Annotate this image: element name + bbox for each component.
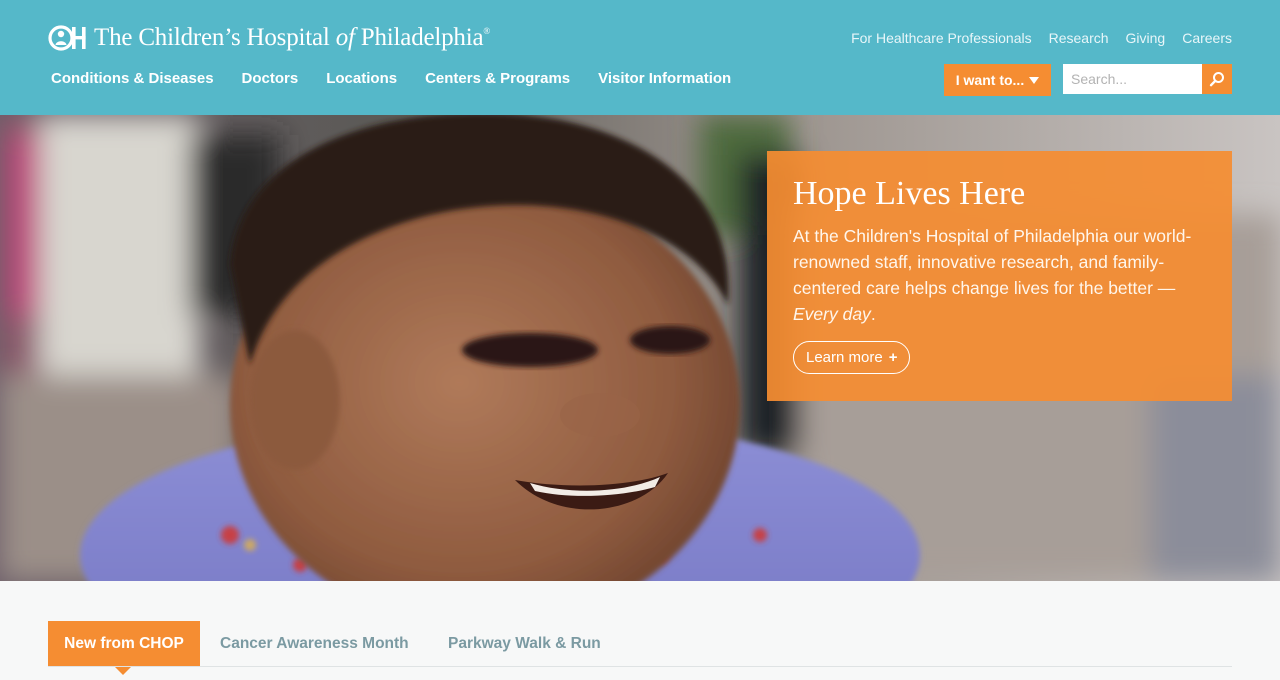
hero-title: Hope Lives Here	[793, 175, 1026, 212]
nav-item-centers-programs[interactable]: Centers & Programs	[425, 70, 570, 87]
registered-mark: ®	[483, 26, 491, 36]
plus-icon: +	[888, 349, 898, 366]
search-input[interactable]	[1063, 64, 1202, 94]
hero-body-end: .	[870, 304, 876, 324]
search-icon	[1209, 72, 1224, 87]
chop-logo-icon	[48, 25, 86, 51]
hero-body-text: At the Children's Hospital of Philadelph…	[793, 226, 1192, 298]
caret-down-icon	[1029, 76, 1040, 84]
news-tabs-section: New from CHOP Cancer Awareness Month Par…	[0, 581, 1280, 680]
hero-banner: Hope Lives Here At the Children's Hospit…	[0, 115, 1280, 581]
tab-new-from-chop[interactable]: New from CHOP	[48, 621, 200, 675]
utility-nav: For Healthcare Professionals Research Gi…	[851, 30, 1232, 46]
tabs-divider	[48, 666, 1232, 667]
hero-promo-card: Hope Lives Here At the Children's Hospit…	[767, 151, 1232, 401]
utility-link-careers[interactable]: Careers	[1182, 30, 1232, 46]
learn-more-button[interactable]: Learn more +	[793, 341, 911, 374]
site-header: The Children’s Hospital of Philadelphia®…	[0, 0, 1280, 115]
tab-cancer-awareness-month[interactable]: Cancer Awareness Month	[220, 621, 409, 666]
logo-name-post: Philadelphia	[354, 24, 484, 51]
utility-link-giving[interactable]: Giving	[1126, 30, 1166, 46]
i-want-to-dropdown-button[interactable]: I want to...	[944, 64, 1051, 96]
tab-label: Parkway Walk & Run	[448, 634, 601, 652]
utility-link-research[interactable]: Research	[1049, 30, 1109, 46]
hero-body-emphasis: Every day	[793, 304, 871, 324]
tab-label: New from CHOP	[64, 634, 184, 652]
hero-body: At the Children's Hospital of Philadelph…	[793, 223, 1206, 327]
logo-name-of: of	[335, 24, 355, 51]
nav-item-conditions-diseases[interactable]: Conditions & Diseases	[51, 70, 214, 87]
logo-name-pre: The Children’s Hospital	[94, 24, 336, 51]
i-want-to-label: I want to...	[955, 72, 1025, 88]
site-logo[interactable]: The Children’s Hospital of Philadelphia®	[48, 22, 490, 54]
learn-more-label: Learn more	[806, 349, 883, 366]
main-nav: Conditions & Diseases Doctors Locations …	[51, 70, 731, 87]
tab-label: Cancer Awareness Month	[220, 634, 409, 652]
tab-parkway-walk-run[interactable]: Parkway Walk & Run	[448, 621, 601, 666]
nav-item-visitor-information[interactable]: Visitor Information	[598, 70, 731, 87]
search-button[interactable]	[1202, 64, 1232, 94]
nav-item-doctors[interactable]: Doctors	[242, 70, 299, 87]
nav-item-locations[interactable]: Locations	[326, 70, 397, 87]
logo-wordmark: The Children’s Hospital of Philadelphia®	[94, 24, 490, 52]
utility-link-healthcare-professionals[interactable]: For Healthcare Professionals	[851, 30, 1032, 46]
